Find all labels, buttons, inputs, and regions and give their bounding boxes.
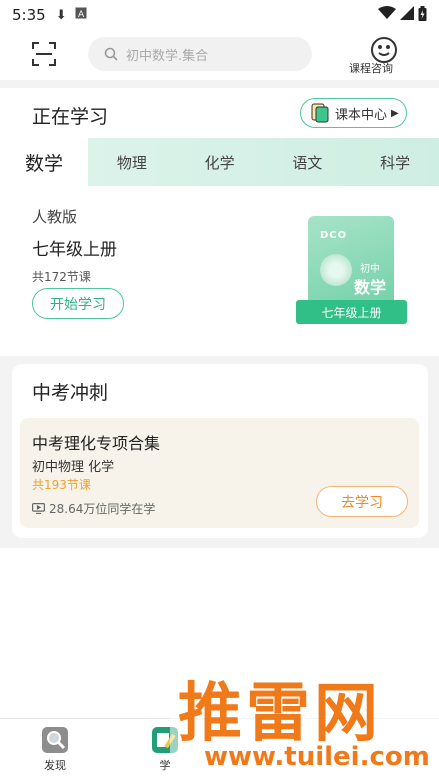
search-placeholder: 初中数学.集合: [126, 48, 209, 64]
top-bar: 初中数学.集合 课程咨询: [0, 30, 439, 80]
battery-icon: [418, 5, 427, 25]
book-center-button[interactable]: 课本中心 ▶: [300, 98, 407, 128]
lesson-count: 共172节课: [32, 270, 91, 284]
search-input[interactable]: 初中数学.集合: [88, 37, 312, 71]
svg-text:A: A: [78, 10, 85, 19]
textbook-cover[interactable]: DCO 初中 数学 七年级上册: [296, 206, 407, 336]
tab-physics[interactable]: 物理: [88, 138, 176, 186]
sprint-title: 中考冲刺: [32, 382, 109, 404]
section-title: 正在学习: [32, 106, 109, 128]
search-icon: [104, 47, 118, 61]
monitor-icon: [32, 503, 45, 514]
download-icon: ⬇: [55, 7, 67, 23]
cover-subject: 数学: [354, 278, 387, 297]
subject-tabs: 数学 物理 化学 语文 科学: [0, 138, 439, 186]
learning-section: 正在学习 课本中心 ▶ 数学 物理 化学 语文 科学 人教版 七年级上册 共17…: [0, 88, 439, 356]
course-info: 人教版 七年级上册 共172节课: [32, 206, 117, 285]
tab-chinese[interactable]: 语文: [264, 138, 352, 186]
book-center-label: 课本中心: [335, 107, 388, 123]
tab-math[interactable]: 数学: [0, 138, 88, 186]
magnifier-icon: [42, 727, 68, 753]
book-icon: [311, 103, 329, 123]
status-time: 5:35: [12, 6, 46, 24]
watermark-url: www.tuilei.com: [204, 742, 430, 772]
tab-science[interactable]: 科学: [351, 138, 439, 186]
tab-chemistry[interactable]: 化学: [176, 138, 264, 186]
sprint-students: 28.64万位同学在学: [32, 500, 155, 517]
course-edition: 人教版: [32, 208, 78, 226]
chevron-right-icon: ▶: [391, 107, 399, 119]
course-grade: 七年级上册: [32, 240, 117, 260]
wifi-icon: [378, 6, 396, 24]
go-learn-button[interactable]: 去学习: [316, 486, 408, 517]
nav-discover[interactable]: 发现: [0, 719, 110, 781]
student-count: 28.64万位同学在学: [49, 502, 156, 516]
watermark-logo-text: 推雷网: [178, 677, 382, 751]
exam-sprint-section: 中考冲刺 中考理化专项合集 初中物理 化学 共193节课 28.64万位同学在学…: [12, 364, 428, 538]
scan-icon[interactable]: [32, 42, 56, 66]
nav-study-label: 学: [159, 759, 171, 772]
consult-label: 课程咨询: [349, 62, 393, 75]
cover-level: 初中: [360, 264, 380, 275]
a-icon: A: [75, 7, 87, 23]
start-learning-button[interactable]: 开始学习: [32, 288, 124, 319]
course-consult-button[interactable]: 课程咨询: [344, 36, 424, 76]
watermark: 推雷网 www.tuilei.com: [170, 660, 439, 781]
sprint-course-name: 中考理化专项合集: [32, 434, 161, 453]
sprint-course-card[interactable]: 中考理化专项合集 初中物理 化学 共193节课 28.64万位同学在学 去学习: [20, 418, 419, 528]
status-bar: 5:35 ⬇ A: [0, 0, 439, 30]
sprint-lesson-count: 共193节课: [32, 478, 91, 492]
signal-icon: [400, 6, 414, 24]
cover-grade-ribbon: 七年级上册: [296, 300, 407, 324]
nav-discover-label: 发现: [44, 759, 66, 772]
sprint-course-subjects: 初中物理 化学: [32, 460, 115, 475]
cover-circle: [320, 254, 352, 286]
cover-logo: DCO: [320, 230, 348, 241]
